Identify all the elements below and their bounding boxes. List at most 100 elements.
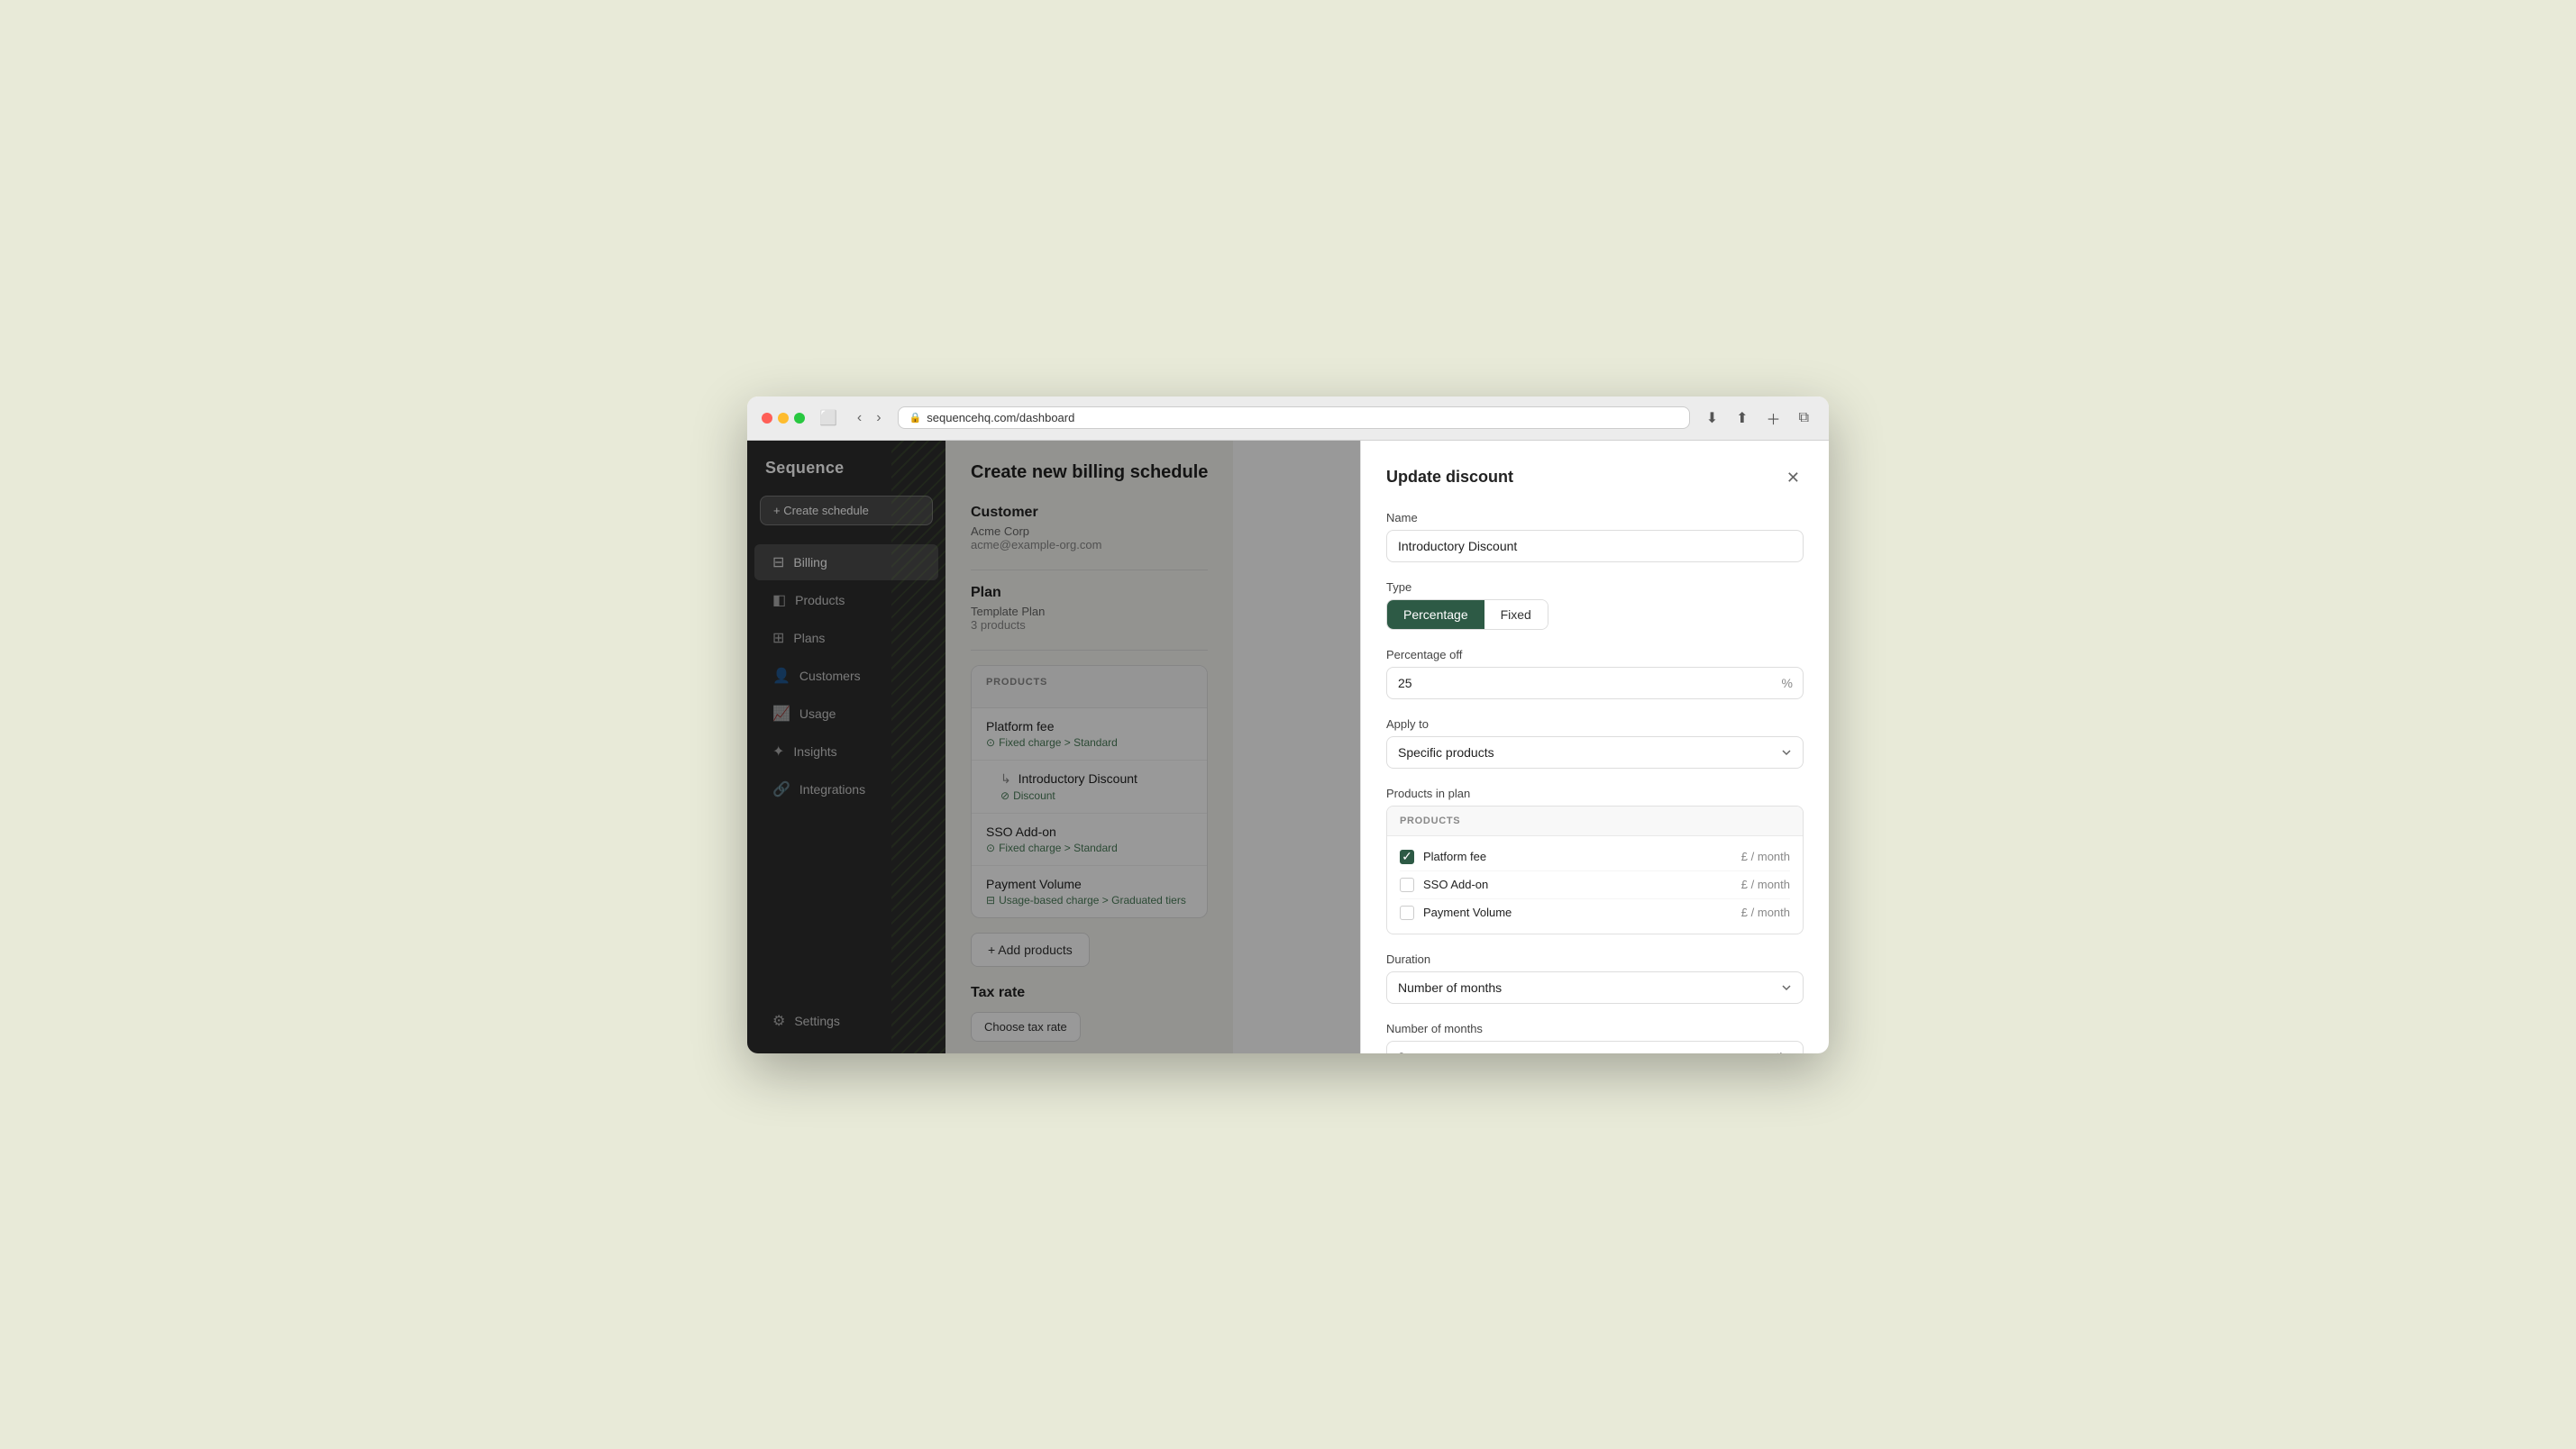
product-detail-payment-volume: ⊟ Usage-based charge > Graduated tiers <box>986 894 1192 907</box>
close-traffic-light[interactable] <box>762 413 772 424</box>
sidebar-item-label-usage: Usage <box>799 706 836 721</box>
duration-group: Duration Forever Number of months Specif… <box>1386 952 1804 1004</box>
plans-icon: ⊞ <box>772 629 784 647</box>
add-products-button[interactable]: + Add products <box>971 933 1090 967</box>
download-button[interactable]: ⬇ <box>1701 406 1723 431</box>
sidebar-item-integrations[interactable]: 🔗 Integrations <box>754 771 938 807</box>
insights-icon: ✦ <box>772 743 784 761</box>
plan-product-row-platform-fee[interactable]: ✓ Platform fee £ / month <box>1400 843 1790 871</box>
apply-to-select[interactable]: All products Specific products <box>1386 736 1804 769</box>
page-title: Create new billing schedule <box>971 462 1208 483</box>
app-logo: Sequence <box>747 459 945 496</box>
nav-forward-button[interactable]: › <box>871 408 886 428</box>
sidebar-item-label-customers: Customers <box>799 669 861 683</box>
products-label: PRODUCTS <box>986 677 1192 688</box>
sidebar-item-plans[interactable]: ⊞ Plans <box>754 620 938 656</box>
apply-to-label: Apply to <box>1386 717 1804 731</box>
products-icon: ◧ <box>772 591 786 609</box>
modal-header: Update discount ✕ <box>1386 466 1804 489</box>
product-row-platform-fee: Platform fee ⊙ Fixed charge > Standard <box>972 708 1207 761</box>
customer-email: acme@example-org.com <box>971 538 1208 551</box>
plan-name: Template Plan <box>971 605 1208 618</box>
sidebar-item-products[interactable]: ◧ Products <box>754 582 938 618</box>
url-text: sequencehq.com/dashboard <box>927 411 1074 424</box>
product-name-payment-volume: Payment Volume <box>986 877 1192 891</box>
sidebar-item-settings[interactable]: ⚙ Settings <box>754 1003 938 1039</box>
discount-icon: ⊘ <box>1000 789 1009 802</box>
sidebar-item-usage[interactable]: 📈 Usage <box>754 696 938 732</box>
plan-product-price-sso: £ / month <box>1741 878 1790 891</box>
product-name-sso: SSO Add-on <box>986 825 1192 839</box>
plan-product-name-platform-fee: Platform fee <box>1423 850 1732 863</box>
charge-badge-payment-volume: ⊟ Usage-based charge > Graduated tiers <box>986 894 1186 907</box>
modal-panel: Update discount ✕ Name Type Percentage F… <box>1360 441 1829 1053</box>
type-label: Type <box>1386 580 1804 594</box>
share-button[interactable]: ⬆ <box>1731 406 1753 431</box>
traffic-lights <box>762 413 805 424</box>
lock-icon: 🔒 <box>909 412 922 424</box>
type-percentage-button[interactable]: Percentage <box>1387 600 1484 629</box>
browser-chrome: ⬜ ‹ › 🔒 sequencehq.com/dashboard ⬇ ⬆ ＋ ⧉ <box>747 396 1829 441</box>
fullscreen-traffic-light[interactable] <box>794 413 805 424</box>
discount-badge: ⊘ Discount <box>1000 789 1055 802</box>
modal-close-button[interactable]: ✕ <box>1783 466 1804 489</box>
plan-label: Plan <box>971 585 1208 601</box>
usage-icon: 📈 <box>772 705 790 723</box>
sidebar-item-label-products: Products <box>795 593 845 607</box>
usage-charge-icon: ⊟ <box>986 894 995 907</box>
customer-name: Acme Corp <box>971 524 1208 538</box>
charge-icon-sso: ⊙ <box>986 842 995 854</box>
browser-nav: ‹ › <box>852 408 887 428</box>
sidebar-item-billing[interactable]: ⊟ Billing <box>754 544 938 580</box>
charge-badge-sso: ⊙ Fixed charge > Standard <box>986 842 1118 854</box>
name-input[interactable] <box>1386 530 1804 562</box>
main-content: Create new billing schedule Customer Acm… <box>945 441 1233 1053</box>
duration-select[interactable]: Forever Number of months Specific dates <box>1386 971 1804 1004</box>
tax-section: Tax rate Choose tax rate <box>971 985 1208 1042</box>
sidebar-item-label-billing: Billing <box>793 555 827 570</box>
months-input[interactable] <box>1386 1041 1804 1053</box>
browser-window: ⬜ ‹ › 🔒 sequencehq.com/dashboard ⬇ ⬆ ＋ ⧉… <box>747 396 1829 1053</box>
divider-2 <box>971 650 1208 651</box>
type-toggle-group: Percentage Fixed <box>1386 599 1548 630</box>
plan-product-row-sso[interactable]: SSO Add-on £ / month <box>1400 871 1790 899</box>
product-name-intro-discount: ↳ Introductory Discount <box>1000 771 1192 787</box>
checkbox-sso-addon[interactable] <box>1400 878 1414 892</box>
product-detail-sso: ⊙ Fixed charge > Standard <box>986 842 1192 854</box>
checkbox-platform-fee[interactable]: ✓ <box>1400 850 1414 864</box>
plan-product-row-payment-volume[interactable]: Payment Volume £ / month <box>1400 899 1790 926</box>
customers-icon: 👤 <box>772 667 790 685</box>
modal-title: Update discount <box>1386 468 1513 487</box>
product-detail-intro-discount: ⊘ Discount <box>1000 789 1192 802</box>
choose-tax-rate-button[interactable]: Choose tax rate <box>971 1012 1081 1042</box>
percentage-off-label: Percentage off <box>1386 648 1804 661</box>
customer-block: Customer Acme Corp acme@example-org.com <box>971 505 1208 551</box>
checkbox-payment-volume[interactable] <box>1400 906 1414 920</box>
customer-label: Customer <box>971 505 1208 521</box>
sidebar-item-label-insights: Insights <box>793 744 836 759</box>
address-bar[interactable]: 🔒 sequencehq.com/dashboard <box>898 406 1690 429</box>
plan-products-count: 3 products <box>971 618 1208 632</box>
sidebar-item-insights[interactable]: ✦ Insights <box>754 734 938 770</box>
product-row-intro-discount[interactable]: ↳ Introductory Discount ⊘ Discount <box>972 761 1207 814</box>
name-label: Name <box>1386 511 1804 524</box>
minimize-traffic-light[interactable] <box>778 413 789 424</box>
percentage-off-group: Percentage off % <box>1386 648 1804 699</box>
plan-product-price-payment-volume: £ / month <box>1741 906 1790 919</box>
products-in-plan-box: PRODUCTS ✓ Platform fee £ / month <box>1386 806 1804 934</box>
create-schedule-button[interactable]: + Create schedule <box>760 496 933 525</box>
sidebar-item-label-plans: Plans <box>793 631 825 645</box>
number-of-months-group: Number of months months <box>1386 1022 1804 1053</box>
percentage-input[interactable] <box>1386 667 1804 699</box>
sidebar-nav: ⊟ Billing ◧ Products ⊞ Plans 👤 Customers <box>747 543 945 808</box>
nav-back-button[interactable]: ‹ <box>852 408 867 428</box>
sidebar-item-label-integrations: Integrations <box>799 782 865 797</box>
sidebar-toggle-button[interactable]: ⬜ <box>816 407 841 429</box>
new-tab-button[interactable]: ＋ <box>1761 406 1786 431</box>
copy-button[interactable]: ⧉ <box>1794 406 1814 431</box>
duration-label: Duration <box>1386 952 1804 966</box>
sidebar-item-customers[interactable]: 👤 Customers <box>754 658 938 694</box>
type-field-group: Type Percentage Fixed <box>1386 580 1804 630</box>
charge-badge-platform-fee: ⊙ Fixed charge > Standard <box>986 736 1118 749</box>
type-fixed-button[interactable]: Fixed <box>1484 600 1548 629</box>
